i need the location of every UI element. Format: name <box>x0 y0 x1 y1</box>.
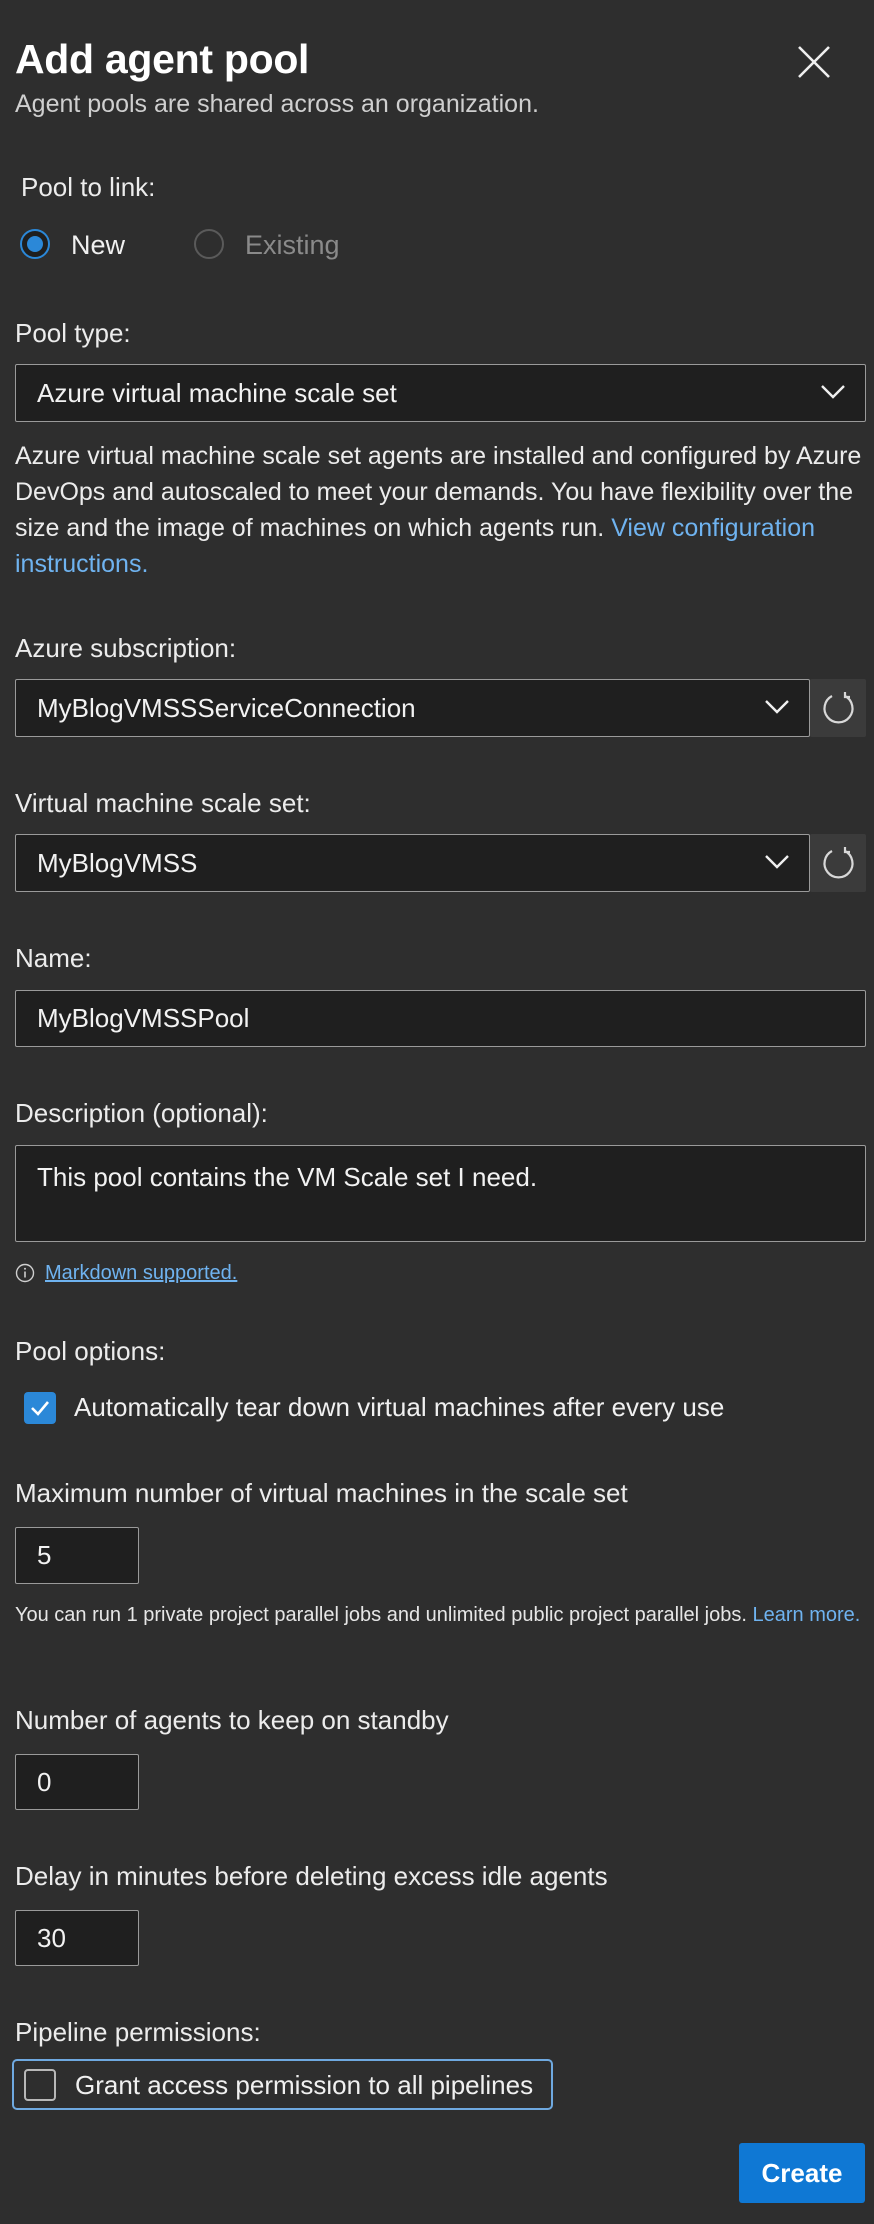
max-vms-note-text: You can run 1 private project parallel j… <box>15 1604 747 1626</box>
max-vms-note: You can run 1 private project parallel j… <box>15 1601 865 1630</box>
markdown-note: Markdown supported. <box>15 1261 237 1285</box>
pool-type-label: Pool type: <box>15 318 131 348</box>
refresh-icon <box>823 692 854 724</box>
scale-set-dropdown[interactable]: MyBlogVMSS <box>15 834 810 892</box>
create-button[interactable]: Create <box>739 2143 865 2203</box>
refresh-subscription-button[interactable] <box>810 679 866 737</box>
pool-type-description: Azure virtual machine scale set agents a… <box>15 438 865 582</box>
azure-subscription-dropdown[interactable]: MyBlogVMSSServiceConnection <box>15 679 810 737</box>
standby-input[interactable]: 0 <box>15 1754 139 1810</box>
radio-existing[interactable]: Existing <box>194 226 354 266</box>
name-label: Name: <box>15 943 92 973</box>
max-vms-label: Maximum number of virtual machines in th… <box>15 1478 628 1508</box>
grant-access-checkbox[interactable]: Grant access permission to all pipelines <box>12 2059 553 2110</box>
close-button[interactable] <box>796 44 832 80</box>
chevron-down-icon <box>765 700 789 714</box>
chevron-down-icon <box>765 855 789 869</box>
azure-subscription-label: Azure subscription: <box>15 633 237 663</box>
name-input[interactable]: MyBlogVMSSPool <box>15 990 866 1047</box>
scale-set-label: Virtual machine scale set: <box>15 788 311 818</box>
learn-more-link[interactable]: Learn more. <box>752 1604 860 1626</box>
delay-label: Delay in minutes before deleting excess … <box>15 1861 608 1891</box>
pipeline-permissions-label: Pipeline permissions: <box>15 2017 261 2047</box>
refresh-icon <box>823 847 854 879</box>
delay-input[interactable]: 30 <box>15 1910 139 1966</box>
teardown-checkbox[interactable]: Automatically tear down virtual machines… <box>24 1390 764 1426</box>
refresh-scale-set-button[interactable] <box>810 834 866 892</box>
pool-to-link-label: Pool to link: <box>21 172 156 202</box>
teardown-label: Automatically tear down virtual machines… <box>74 1392 725 1422</box>
radio-new-indicator <box>20 229 50 259</box>
pool-type-value: Azure virtual machine scale set <box>37 377 397 408</box>
radio-existing-indicator <box>194 229 224 259</box>
markdown-supported-link[interactable]: Markdown supported. <box>45 1262 237 1285</box>
teardown-checkbox-box <box>24 1392 56 1424</box>
azure-subscription-value: MyBlogVMSSServiceConnection <box>37 692 416 723</box>
radio-existing-label: Existing <box>245 230 340 260</box>
standby-label: Number of agents to keep on standby <box>15 1705 449 1735</box>
delay-value: 30 <box>37 1922 66 1953</box>
description-textarea[interactable]: This pool contains the VM Scale set I ne… <box>15 1145 866 1242</box>
close-icon <box>798 46 830 78</box>
standby-value: 0 <box>37 1766 52 1797</box>
scale-set-value: MyBlogVMSS <box>37 847 198 878</box>
name-value: MyBlogVMSSPool <box>37 1003 250 1033</box>
radio-new-label: New <box>71 230 126 260</box>
info-icon <box>15 1263 35 1283</box>
panel-subtitle: Agent pools are shared across an organiz… <box>15 90 539 118</box>
max-vms-input[interactable]: 5 <box>15 1527 139 1584</box>
checkmark-icon <box>31 1401 49 1416</box>
grant-access-label: Grant access permission to all pipelines <box>75 2070 534 2100</box>
grant-access-checkbox-box <box>24 2069 56 2101</box>
radio-new[interactable]: New <box>20 226 140 266</box>
description-value: This pool contains the VM Scale set I ne… <box>37 1162 538 1192</box>
description-label: Description (optional): <box>15 1098 268 1128</box>
pool-type-dropdown[interactable]: Azure virtual machine scale set <box>15 364 866 422</box>
pool-options-label: Pool options: <box>15 1336 166 1366</box>
chevron-down-icon <box>821 385 845 399</box>
max-vms-value: 5 <box>37 1540 52 1570</box>
panel-title: Add agent pool <box>15 36 310 82</box>
